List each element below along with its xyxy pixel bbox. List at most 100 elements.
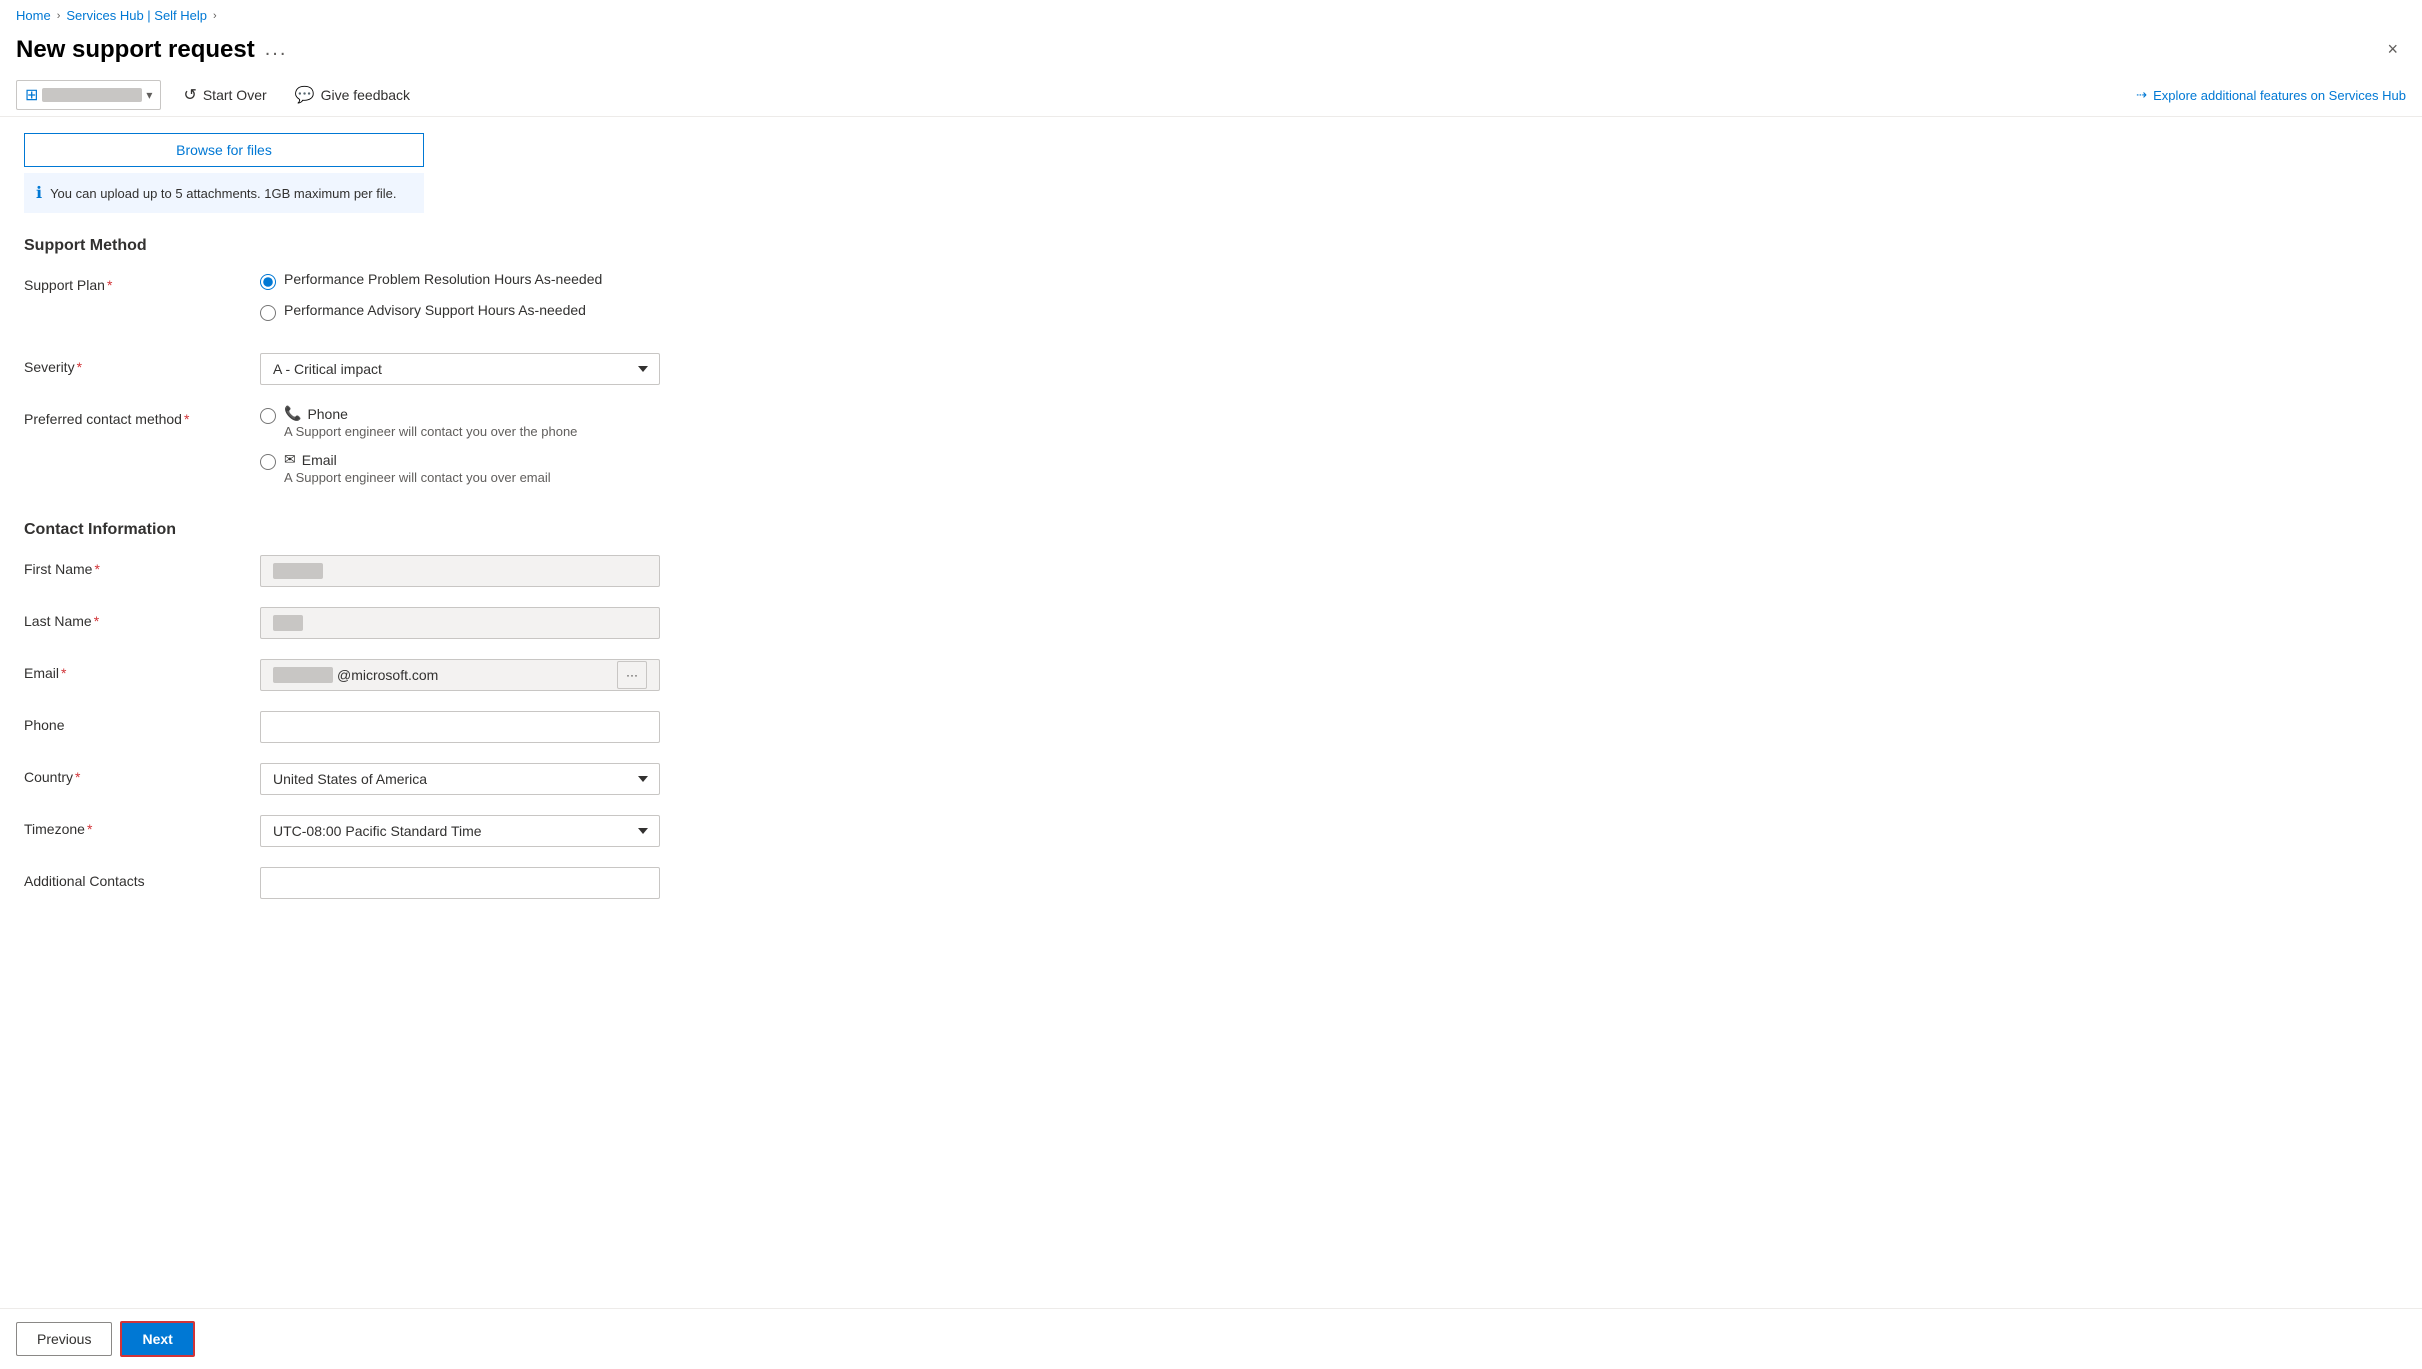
- country-label-text: Country: [24, 769, 73, 785]
- browse-section: Browse for files ℹ You can upload up to …: [24, 133, 2398, 213]
- breadcrumb-services-hub[interactable]: Services Hub | Self Help: [66, 8, 207, 23]
- email-label: Email: [302, 452, 337, 468]
- give-feedback-button[interactable]: 💬 Give feedback: [289, 81, 416, 109]
- email-domain-text: @microsoft.com: [337, 667, 438, 683]
- close-button[interactable]: ×: [2379, 35, 2406, 64]
- plan-option1-text: Performance Problem Resolution Hours As-…: [284, 271, 602, 287]
- email-required: *: [61, 665, 66, 681]
- contact-method-label-text: Preferred contact method: [24, 411, 182, 427]
- contact-email-radio[interactable]: [260, 454, 276, 470]
- previous-button[interactable]: Previous: [16, 1322, 112, 1356]
- email-action-button[interactable]: ···: [617, 661, 647, 689]
- breadcrumb-home[interactable]: Home: [16, 8, 51, 23]
- contact-method-control: 📞 Phone A Support engineer will contact …: [260, 405, 660, 497]
- timezone-label-text: Timezone: [24, 821, 85, 837]
- breadcrumb-sep1: ›: [57, 10, 61, 22]
- timezone-required: *: [87, 821, 92, 837]
- last-name-required: *: [94, 613, 99, 629]
- footer: Previous Next: [0, 1308, 2422, 1369]
- severity-dropdown[interactable]: A - Critical impact B - Moderate impact …: [260, 353, 660, 385]
- explore-label: Explore additional features on Services …: [2153, 88, 2406, 103]
- upload-info-text: You can upload up to 5 attachments. 1GB …: [50, 186, 396, 201]
- severity-row: Severity* A - Critical impact B - Modera…: [24, 353, 2398, 385]
- additional-contacts-label-text: Additional Contacts: [24, 873, 145, 889]
- explore-icon: ⇢: [2136, 87, 2147, 103]
- severity-required: *: [77, 359, 82, 375]
- email-icon: ✉: [284, 451, 296, 468]
- info-icon: ℹ: [36, 183, 42, 203]
- upload-info-box: ℹ You can upload up to 5 attachments. 1G…: [24, 173, 424, 213]
- email-value: @microsoft.com: [273, 667, 438, 683]
- contact-method-label: Preferred contact method*: [24, 405, 244, 427]
- timezone-label: Timezone*: [24, 815, 244, 837]
- contact-email-label[interactable]: ✉ Email A Support engineer will contact …: [260, 451, 660, 485]
- country-control: United States of America Canada United K…: [260, 763, 660, 795]
- first-name-control: [260, 555, 660, 587]
- plan-option2-text: Performance Advisory Support Hours As-ne…: [284, 302, 586, 318]
- workspace-chevron-icon: ▾: [146, 88, 152, 102]
- additional-contacts-input[interactable]: [260, 867, 660, 899]
- support-method-title: Support Method: [24, 237, 2398, 255]
- country-row: Country* United States of America Canada…: [24, 763, 2398, 795]
- first-name-required: *: [94, 561, 99, 577]
- timezone-dropdown[interactable]: UTC-08:00 Pacific Standard Time UTC-05:0…: [260, 815, 660, 847]
- browse-files-button[interactable]: Browse for files: [24, 133, 424, 167]
- plan-option2-radio[interactable]: [260, 305, 276, 321]
- email-wrapper: @microsoft.com ···: [260, 659, 660, 691]
- contact-info-title: Contact Information: [24, 521, 2398, 539]
- page-title: New support request: [16, 36, 255, 64]
- next-button[interactable]: Next: [120, 1321, 194, 1357]
- last-name-blurred: [273, 615, 303, 631]
- support-plan-label: Support Plan*: [24, 271, 244, 293]
- timezone-control: UTC-08:00 Pacific Standard Time UTC-05:0…: [260, 815, 660, 847]
- contact-phone-desc: A Support engineer will contact you over…: [284, 424, 577, 439]
- phone-icon: 📞: [284, 405, 301, 422]
- plan-option2-label[interactable]: Performance Advisory Support Hours As-ne…: [260, 302, 660, 321]
- start-over-button[interactable]: ↺ Start Over: [177, 81, 272, 109]
- support-plan-row: Support Plan* Performance Problem Resolu…: [24, 271, 2398, 333]
- first-name-label-text: First Name: [24, 561, 92, 577]
- phone-control: [260, 711, 660, 743]
- last-name-row: Last Name*: [24, 607, 2398, 639]
- email-label-text: Email: [24, 665, 59, 681]
- contact-phone-label[interactable]: 📞 Phone A Support engineer will contact …: [260, 405, 660, 439]
- email-control: @microsoft.com ···: [260, 659, 660, 691]
- email-username-blurred: [273, 667, 333, 683]
- plan-option1-radio[interactable]: [260, 274, 276, 290]
- contact-email-text: ✉ Email: [284, 451, 551, 468]
- breadcrumb: Home › Services Hub | Self Help ›: [0, 0, 2422, 31]
- phone-input[interactable]: [260, 711, 660, 743]
- contact-method-required: *: [184, 411, 189, 427]
- severity-label-text: Severity: [24, 359, 75, 375]
- support-plan-required: *: [107, 277, 112, 293]
- email-label: Email*: [24, 659, 244, 681]
- severity-label: Severity*: [24, 353, 244, 375]
- phone-label: Phone: [307, 406, 347, 422]
- explore-link[interactable]: ⇢ Explore additional features on Service…: [2136, 87, 2406, 103]
- plan-option1-label[interactable]: Performance Problem Resolution Hours As-…: [260, 271, 660, 290]
- additional-contacts-row: Additional Contacts: [24, 867, 2398, 899]
- last-name-control: [260, 607, 660, 639]
- title-more-button[interactable]: ...: [265, 38, 288, 61]
- additional-contacts-control: [260, 867, 660, 899]
- country-dropdown[interactable]: United States of America Canada United K…: [260, 763, 660, 795]
- first-name-label: First Name*: [24, 555, 244, 577]
- start-over-icon: ↺: [183, 85, 196, 105]
- timezone-row: Timezone* UTC-08:00 Pacific Standard Tim…: [24, 815, 2398, 847]
- additional-contacts-label: Additional Contacts: [24, 867, 244, 889]
- workspace-icon: ⊞: [25, 85, 38, 105]
- phone-row: Phone: [24, 711, 2398, 743]
- workspace-selector[interactable]: ⊞ ▾: [16, 80, 161, 110]
- page-wrapper: Home › Services Hub | Self Help › New su…: [0, 0, 2422, 1369]
- first-name-blurred: [273, 563, 323, 579]
- toolbar: ⊞ ▾ ↺ Start Over 💬 Give feedback ⇢ Explo…: [0, 74, 2422, 117]
- last-name-label-text: Last Name: [24, 613, 92, 629]
- first-name-row: First Name*: [24, 555, 2398, 587]
- contact-phone-radio[interactable]: [260, 408, 276, 424]
- main-content: Browse for files ℹ You can upload up to …: [0, 117, 2422, 1308]
- give-feedback-label: Give feedback: [321, 87, 411, 103]
- feedback-icon: 💬: [295, 85, 315, 105]
- phone-label: Phone: [24, 711, 244, 733]
- start-over-label: Start Over: [203, 87, 267, 103]
- page-title-row: New support request ... ×: [0, 31, 2422, 74]
